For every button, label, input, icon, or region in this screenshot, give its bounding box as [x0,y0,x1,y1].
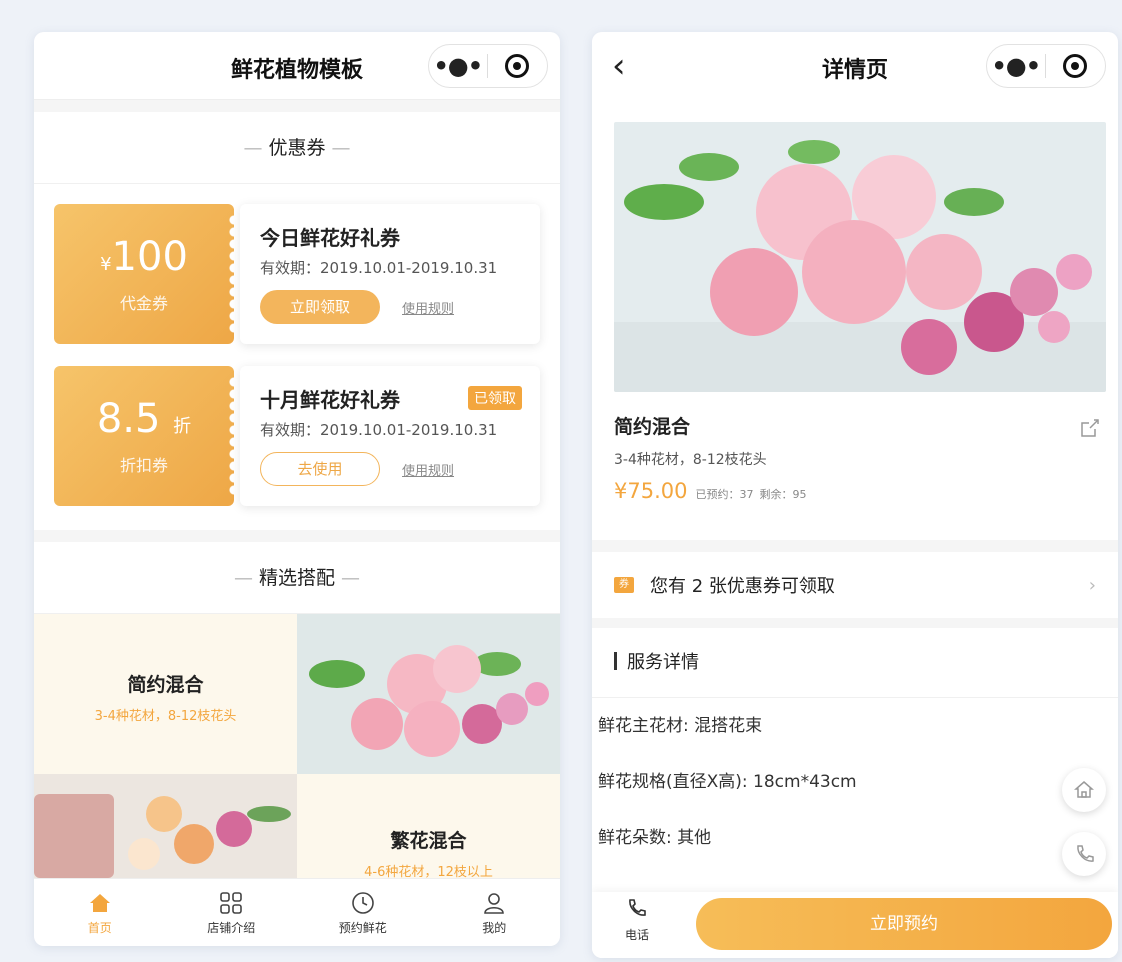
coupon-amount: 100 [111,234,188,280]
product-image[interactable] [614,122,1106,392]
coupon-unit: 折 [173,416,192,437]
coupon-type: 折扣券 [119,456,168,475]
product-spec: 3-4种花材，8-12枝花头 [614,452,767,468]
close-target-icon[interactable] [1046,54,1106,78]
phone-float-button[interactable] [1062,832,1106,876]
home-float-button[interactable] [1062,768,1106,812]
pick-section-title: — 精选搭配 — [34,542,560,614]
tab-label: 店铺介绍 [207,921,256,935]
coupon-list: ¥100 代金券 今日鲜花好礼券 有效期：2019.10.01-2019.10.… [34,184,560,530]
tab-home[interactable]: 首页 [34,879,166,946]
phone-icon [1077,845,1094,862]
service-header: 服务详情 [592,628,1118,698]
booked-count: 已预约：37 [695,488,754,501]
more-icon[interactable]: •●• [429,44,487,88]
clock-icon [297,889,429,917]
pick-card-simple[interactable]: 简约混合 3-4种花材，8-12枝花头 [34,614,297,774]
phone-icon [629,899,646,916]
mini-program-capsule: •●• [428,44,548,88]
service-line: 鲜花规格(直径X高): 18cm*43cm [598,772,857,792]
remaining-count: 剩余：95 [759,488,807,501]
tab-label: 首页 [87,921,112,935]
use-coupon-button[interactable]: 去使用 [260,452,380,486]
product-info: 简约混合 3-4种花材，8-12枝花头 ¥75.00 已预约：37 剩余：95 [592,392,1118,540]
coupon-notch [228,214,240,334]
claim-coupon-button[interactable]: 立即领取 [260,290,380,324]
user-icon [429,889,561,917]
coupon-type: 代金券 [119,294,168,313]
rose-bouquet-image [297,614,560,774]
tab-mine[interactable]: 我的 [429,879,561,946]
call-label: 电话 [624,928,649,942]
tab-bar: 首页 店铺介绍 预约鲜花 我的 [34,878,560,946]
detail-screen: ‹ 详情页 •●• 简约混合 3-4种花材，8-12枝花头 ¥75.00 已预约… [592,32,1118,958]
coupon-tag-icon: 券 [614,577,634,593]
pick-name: 简约混合 [127,674,204,696]
navigation-bar: 鲜花植物模板 •●• [34,32,560,100]
pick-grid: 简约混合 3-4种花材，8-12枝花头 繁花混合 4-6种花材，12枝以上 [34,614,560,934]
share-icon[interactable] [1080,418,1100,442]
home-icon [1074,781,1094,798]
coupon-info-card: 今日鲜花好礼券 有效期：2019.10.01-2019.10.31 立即领取 使… [240,204,540,344]
coupon-validity: 有效期：2019.10.01-2019.10.31 [260,421,498,439]
pick-desc: 3-4种花材，8-12枝花头 [94,709,237,724]
coupon-available-text: 您有 2 张优惠券可领取 [650,576,835,597]
coupon-validity: 有效期：2019.10.01-2019.10.31 [260,259,498,277]
grid-icon [166,889,298,917]
mini-program-capsule: •●• [986,44,1106,88]
pick-section-label: 精选搭配 [258,567,335,589]
service-line: 鲜花朵数: 其他 [598,828,712,848]
coupon-notch [228,376,240,496]
coupon-currency: ¥ [100,254,112,275]
service-line: 鲜花主花材: 混搭花束 [598,716,763,736]
navigation-bar: ‹ 详情页 •●• [592,32,1118,100]
usage-rules-link[interactable]: 使用规则 [402,298,454,317]
pick-name: 繁花混合 [390,830,467,852]
tab-label: 预约鲜花 [338,921,387,935]
coupon-amount: 8.5 [96,396,161,442]
home-screen: 鲜花植物模板 •●• — 优惠券 — ¥100 代金券 今日鲜花好礼券 有效期：20… [34,32,560,946]
book-now-button[interactable]: 立即预约 [696,898,1112,950]
mixed-bouquet-image [34,774,297,878]
service-title: 服务详情 [627,652,699,673]
tab-book-flowers[interactable]: 预约鲜花 [297,879,429,946]
pick-image-roses[interactable] [297,614,560,774]
rose-bouquet-image [614,122,1106,392]
close-target-icon[interactable] [488,54,548,78]
coupon-name: 今日鲜花好礼券 [260,226,400,250]
bottom-action-bar: 电话 立即预约 [592,892,1118,958]
coupon-available-bar[interactable]: 券 您有 2 张优惠券可领取 › [592,552,1118,618]
chevron-right-icon: › [1088,574,1096,596]
coupon-value-card: 8.5 折 折扣券 [54,366,240,506]
home-icon [34,889,166,917]
coupon-section-label: 优惠券 [268,137,326,159]
coupon-info-card: 已领取 十月鲜花好礼券 有效期：2019.10.01-2019.10.31 去使… [240,366,540,506]
product-price: ¥75.00 [614,479,688,503]
tab-store-intro[interactable]: 店铺介绍 [166,879,298,946]
product-name: 简约混合 [614,416,691,438]
tab-label: 我的 [482,921,507,935]
more-icon[interactable]: •●• [987,44,1045,88]
coupon-section-title: — 优惠券 — [34,112,560,184]
coupon-value-card: ¥100 代金券 [54,204,240,344]
call-button[interactable]: 电话 [612,898,662,943]
claimed-badge: 已领取 [468,386,522,410]
usage-rules-link[interactable]: 使用规则 [402,460,454,479]
